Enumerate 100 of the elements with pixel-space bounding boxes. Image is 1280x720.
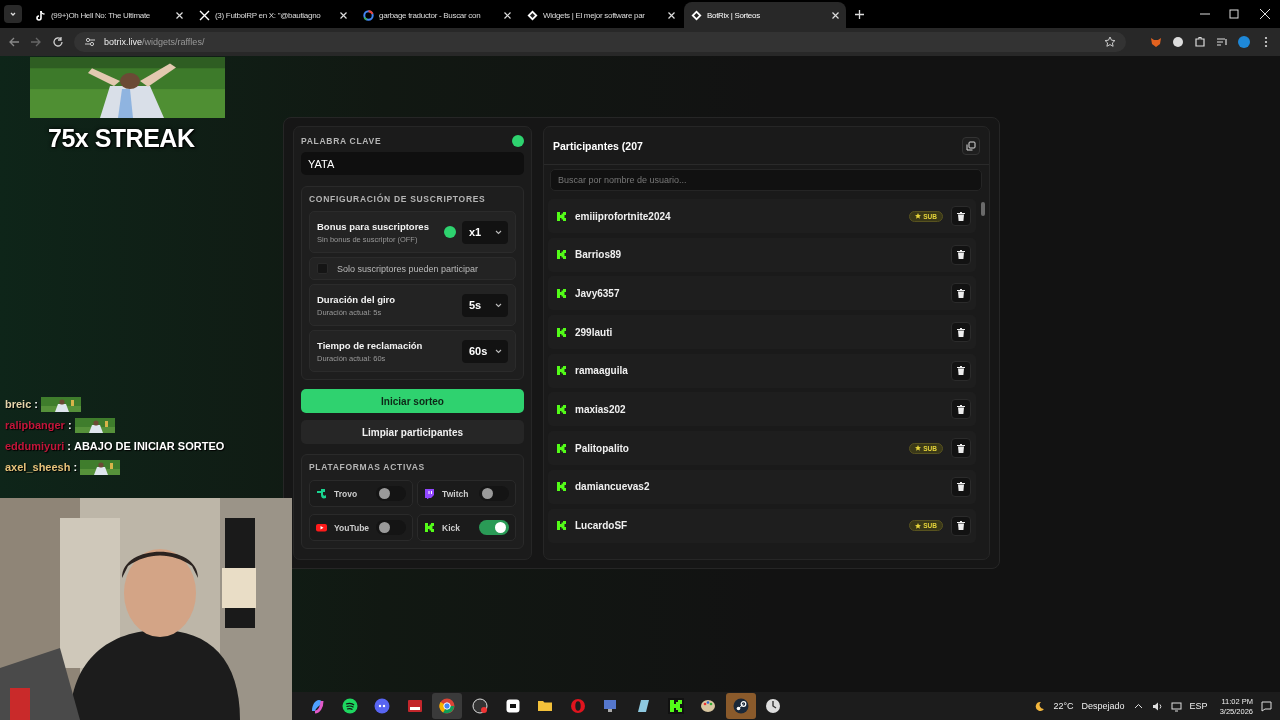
trash-icon	[957, 443, 965, 453]
select-dropdown[interactable]: 5s	[462, 293, 508, 317]
delete-button[interactable]	[951, 360, 971, 381]
mixer-icon	[406, 698, 423, 714]
delete-button[interactable]	[951, 244, 971, 265]
participants-title: Participantes (207	[553, 139, 643, 152]
fox-icon[interactable]	[1150, 36, 1162, 48]
reload-icon[interactable]	[52, 36, 64, 48]
participant-name: Palitopalito	[575, 442, 630, 454]
toggle-switch[interactable]	[479, 520, 509, 535]
chat-separator: :	[34, 398, 38, 410]
platform-name: Kick	[442, 522, 462, 533]
trash-icon	[957, 250, 965, 260]
keyword-label: PALABRA CLAVE	[301, 136, 382, 146]
browser-tab[interactable]: BotRix | Sorteos	[684, 2, 846, 28]
speaker-icon[interactable]	[1151, 700, 1163, 712]
close-icon[interactable]	[666, 9, 677, 21]
participant-name: LucardoSF	[575, 520, 629, 531]
select-dropdown[interactable]: x1	[462, 220, 508, 244]
bookmark-star-icon[interactable]	[1104, 36, 1116, 48]
language-indicator[interactable]: ESP	[1189, 701, 1208, 711]
kick-icon	[556, 249, 567, 261]
chat-username: eddumiyuri	[5, 440, 65, 452]
address-bar[interactable]: botrix.live/widgets/raffles/	[74, 32, 1126, 52]
twitch-icon	[424, 488, 436, 499]
delete-button[interactable]	[951, 438, 971, 459]
folder-icon	[537, 698, 554, 714]
plus-icon[interactable]	[854, 8, 865, 20]
recorder-icon	[471, 698, 488, 714]
info-icon[interactable]	[444, 226, 456, 238]
puzzle-icon[interactable]	[1194, 36, 1206, 48]
monitor-icon	[602, 698, 619, 714]
search-field[interactable]: Buscar por nombre de usuario...	[550, 169, 982, 191]
profile-avatar[interactable]	[1238, 36, 1250, 48]
toggle-switch[interactable]	[479, 486, 509, 501]
chat-username: breic	[5, 398, 32, 410]
close-icon[interactable]	[338, 9, 349, 21]
browser-tab[interactable]: (3) FutbolRP en X: "@bautiagno	[192, 2, 354, 28]
copilot-icon	[309, 698, 325, 714]
browser-tab[interactable]: Widgets | El mejor software par	[520, 2, 682, 28]
start-raffle-button[interactable]: Iniciar sorteo	[301, 389, 524, 413]
copy-icon	[966, 140, 976, 151]
close-icon[interactable]	[830, 9, 841, 21]
url-text: botrix.live/widgets/raffles/	[104, 37, 205, 47]
taskbar-app[interactable]	[432, 693, 463, 719]
delete-button[interactable]	[951, 515, 971, 536]
scrollbar-thumb[interactable]	[981, 202, 985, 216]
setting-title: Duración del giro	[317, 293, 397, 305]
participant-name: damiancuevas2	[575, 481, 651, 493]
browser-tab[interactable]: (99+)Oh Hell No: The Ultimate	[28, 2, 190, 28]
g-icon	[363, 9, 374, 21]
browser-tab[interactable]: garbage traductor - Buscar con	[356, 2, 518, 28]
opera-icon	[569, 698, 586, 714]
close-icon[interactable]	[502, 9, 513, 21]
temperature: 22°C	[1053, 701, 1074, 711]
diamond-icon	[691, 9, 702, 21]
toggle-switch[interactable]	[376, 520, 407, 535]
clear-button[interactable]: Limpiar participantes	[301, 420, 524, 444]
streak-counter: 75x STREAK	[48, 124, 195, 153]
toggle-switch[interactable]	[376, 486, 407, 501]
delete-button[interactable]	[951, 399, 971, 420]
kick-icon	[556, 365, 567, 377]
setting-title: Tiempo de reclamación	[317, 339, 424, 351]
delete-button[interactable]	[951, 206, 971, 226]
extension-icon[interactable]	[1172, 36, 1184, 48]
kick-icon	[556, 481, 567, 493]
platform-name: Trovo	[334, 488, 359, 499]
caret-icon	[495, 348, 502, 354]
chat-separator: :	[67, 440, 71, 452]
media-icon[interactable]	[1216, 36, 1228, 48]
chat-app-icon	[374, 698, 391, 714]
keyword-field[interactable]: YATA	[301, 152, 524, 175]
network-icon[interactable]	[1170, 700, 1182, 712]
platform-name: Twitch	[442, 488, 470, 499]
back-icon[interactable]	[8, 36, 20, 48]
participant-name: Javy6357	[575, 287, 621, 299]
notification-icon[interactable]	[1261, 700, 1272, 712]
trash-icon	[957, 482, 965, 492]
info-icon[interactable]	[512, 135, 524, 147]
clock-app-icon	[765, 698, 782, 714]
delete-button[interactable]	[951, 283, 971, 304]
trash-icon	[957, 211, 965, 221]
chat-username: ralipbanger	[5, 419, 65, 431]
kick-app-icon	[667, 698, 684, 714]
select-dropdown[interactable]: 60s	[462, 339, 508, 363]
note-icon	[35, 9, 46, 21]
caret-icon	[495, 229, 502, 235]
participant-name: ramaaguila	[575, 365, 629, 377]
forward-icon[interactable]	[30, 36, 42, 48]
participant-name: 299lauti	[575, 326, 614, 338]
trash-icon	[957, 404, 965, 414]
close-icon[interactable]	[174, 9, 185, 21]
copy-button[interactable]	[962, 136, 980, 155]
tab-list-button[interactable]	[4, 5, 22, 23]
delete-button[interactable]	[951, 322, 971, 343]
steam-icon	[732, 698, 749, 714]
trash-icon	[957, 521, 965, 530]
delete-button[interactable]	[951, 476, 971, 497]
taskbar-app[interactable]	[725, 693, 756, 719]
trash-icon	[957, 288, 965, 298]
